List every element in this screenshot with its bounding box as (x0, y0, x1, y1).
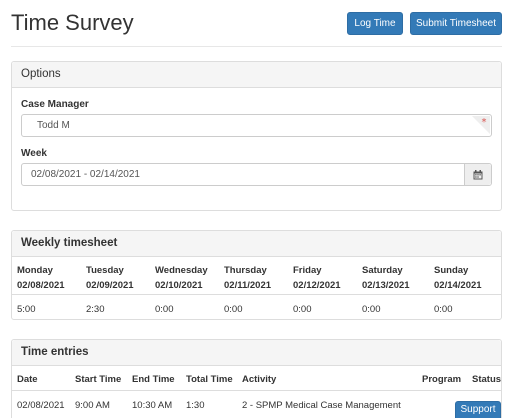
day-total-tuesday: 2:30 (86, 304, 105, 315)
day-name: Thursday (224, 265, 267, 276)
day-total-wednesday: 0:00 (155, 304, 174, 315)
day-date: 02/08/2021 (17, 280, 65, 291)
time-entries-heading: Time entries (12, 340, 501, 366)
calendar-button[interactable] (464, 164, 491, 185)
required-asterisk-icon: * (472, 116, 490, 134)
row-divider (12, 294, 501, 295)
day-date: 02/11/2021 (224, 280, 272, 291)
entry-activity: 2 - SPMP Medical Case Management (242, 400, 401, 411)
week-label: Week (21, 148, 47, 159)
day-name: Monday (17, 265, 53, 276)
day-date: 02/10/2021 (155, 280, 203, 291)
calendar-icon (473, 169, 483, 179)
day-name: Sunday (434, 265, 469, 276)
day-date: 02/13/2021 (362, 280, 410, 291)
submit-timesheet-button[interactable]: Submit Timesheet (410, 12, 502, 35)
time-entries-panel: Time entries Date Start Time End Time To… (11, 339, 502, 418)
support-button[interactable]: Support (455, 401, 501, 418)
day-header-friday: Friday 02/12/2021 (293, 265, 361, 292)
column-header-start-time[interactable]: Start Time (75, 374, 121, 385)
day-date: 02/09/2021 (86, 280, 134, 291)
entry-end-time: 10:30 AM (132, 400, 173, 411)
day-header-thursday: Thursday 02/11/2021 (224, 265, 292, 292)
day-date: 02/14/2021 (434, 280, 482, 291)
day-header-monday: Monday 02/08/2021 (17, 265, 85, 292)
svg-text:*: * (482, 117, 487, 128)
week-value: 02/08/2021 - 02/14/2021 (31, 169, 140, 180)
day-total-sunday: 0:00 (434, 304, 453, 315)
day-header-sunday: Sunday 02/14/2021 (434, 265, 502, 292)
entry-date: 02/08/2021 (17, 400, 65, 411)
day-total-monday: 5:00 (17, 304, 36, 315)
column-header-end-time[interactable]: End Time (132, 374, 175, 385)
entry-start-time: 9:00 AM (75, 400, 110, 411)
week-picker-field[interactable]: 02/08/2021 - 02/14/2021 (21, 163, 492, 186)
day-date: 02/12/2021 (293, 280, 341, 291)
day-header-saturday: Saturday 02/13/2021 (362, 265, 430, 292)
column-header-total-time[interactable]: Total Time (186, 374, 233, 385)
entry-total-time: 1:30 (186, 400, 205, 411)
log-time-button[interactable]: Log Time (347, 12, 403, 35)
column-header-status[interactable]: Status (472, 374, 501, 385)
day-header-wednesday: Wednesday 02/10/2021 (155, 265, 223, 292)
case-manager-field[interactable]: Todd M * (21, 114, 492, 137)
case-manager-label: Case Manager (21, 99, 89, 110)
day-name: Friday (293, 265, 322, 276)
weekly-timesheet-heading: Weekly timesheet (12, 231, 501, 257)
day-header-tuesday: Tuesday 02/09/2021 (86, 265, 154, 292)
column-header-activity[interactable]: Activity (242, 374, 276, 385)
page-header: Time Survey Log Time Submit Timesheet (11, 0, 502, 47)
day-name: Wednesday (155, 265, 208, 276)
day-name: Saturday (362, 265, 403, 276)
day-total-friday: 0:00 (293, 304, 312, 315)
row-divider (12, 390, 501, 391)
options-heading: Options (12, 62, 501, 88)
day-total-thursday: 0:00 (224, 304, 243, 315)
column-header-date[interactable]: Date (17, 374, 38, 385)
weekly-timesheet-panel: Weekly timesheet Monday 02/08/2021 Tuesda… (11, 230, 502, 320)
case-manager-value: Todd M (37, 120, 70, 131)
options-panel: Options Case Manager Todd M * Week 02/08… (11, 61, 502, 211)
day-total-saturday: 0:00 (362, 304, 381, 315)
day-name: Tuesday (86, 265, 124, 276)
column-header-program[interactable]: Program (422, 374, 461, 385)
page-title: Time Survey (11, 10, 134, 35)
